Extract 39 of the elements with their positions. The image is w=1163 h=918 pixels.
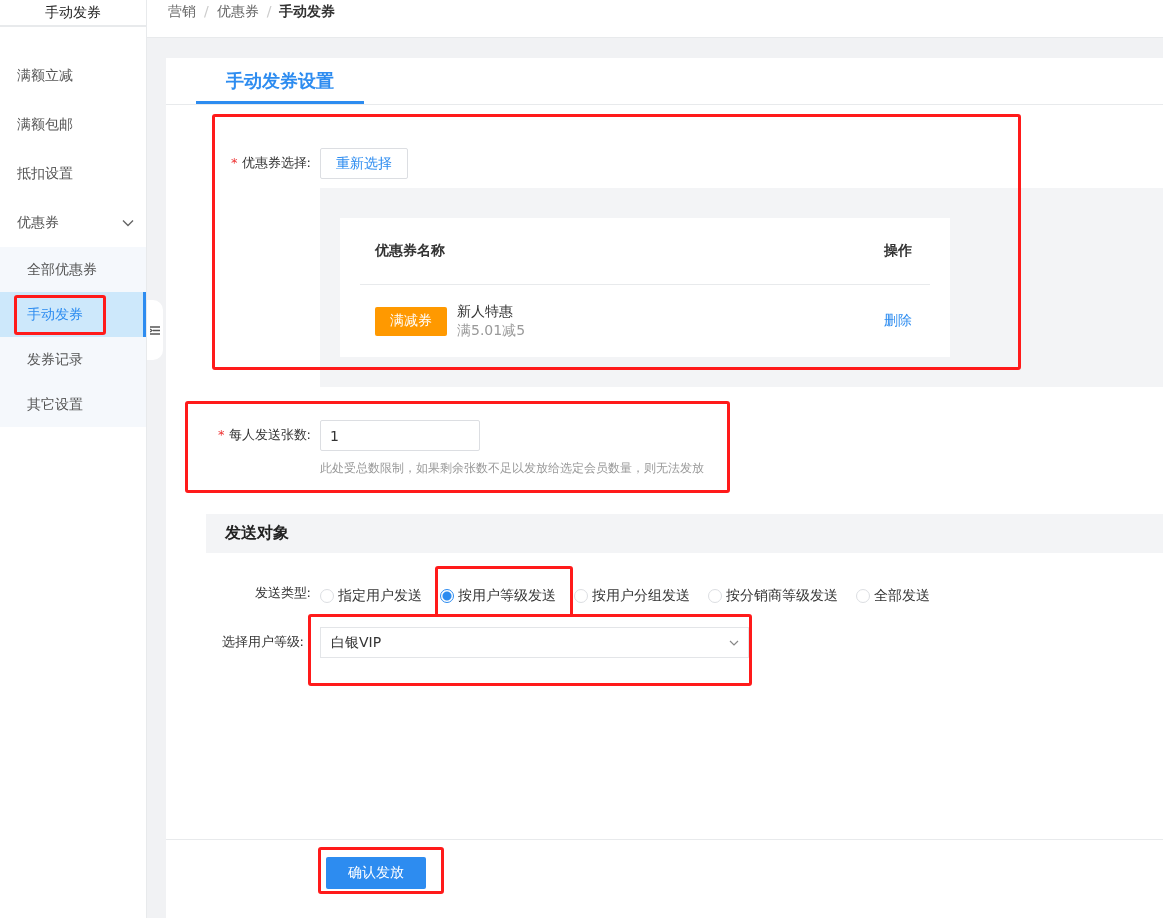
delete-link[interactable]: 删除 [884, 312, 912, 330]
sidebar-item[interactable]: 抵扣设置 [0, 149, 146, 198]
submenu-item[interactable]: 其它设置 [0, 382, 146, 427]
sidebar-item[interactable]: 满额立减 [0, 51, 146, 100]
section-title: 发送对象 [225, 523, 289, 544]
breadcrumb-item: 手动发券 [279, 3, 336, 21]
radio-button[interactable] [440, 588, 454, 603]
breadcrumb-separator: / [204, 3, 209, 19]
coupon-condition: 满5.01减5 [457, 321, 526, 340]
breadcrumb-item[interactable]: 营销 [168, 3, 196, 21]
radio-option[interactable]: 按用户分组发送 [574, 585, 690, 606]
required-mark: * [231, 155, 238, 170]
field-label: 每人发送张数: [228, 427, 311, 442]
field-label: 发送类型: [254, 585, 311, 600]
sidebar-title: 手动发券 [0, 0, 146, 27]
sidebar-item[interactable]: 优惠券 [0, 198, 146, 247]
column-header: 操作 [884, 242, 912, 260]
submenu-item[interactable]: 全部优惠券 [0, 247, 146, 292]
radio-option[interactable]: 指定用户发送 [320, 585, 422, 606]
field-label: 选择用户等级: [221, 634, 304, 649]
collapse-handle[interactable] [147, 300, 163, 360]
reselect-button[interactable]: 重新选择 [320, 148, 408, 179]
column-header: 优惠券名称 [375, 242, 445, 260]
level-select[interactable]: 白银VIP [320, 627, 749, 658]
radio-option[interactable]: 全部发送 [856, 585, 930, 606]
coupon-name: 新人特惠 [457, 302, 514, 321]
hint-text: 此处受总数限制，如果剩余张数不足以发放给选定会员数量，则无法发放 [320, 460, 705, 477]
quantity-input[interactable]: 1 [320, 420, 480, 451]
menu-fold-icon [150, 325, 160, 335]
breadcrumb-separator: / [266, 3, 272, 19]
sidebar-item[interactable]: 满额包邮 [0, 100, 146, 149]
radio-option[interactable]: 按用户等级发送 [440, 585, 556, 606]
required-mark: * [218, 427, 225, 442]
breadcrumb-item[interactable]: 优惠券 [216, 3, 259, 21]
submenu-item[interactable]: 发券记录 [0, 337, 146, 382]
radio-option[interactable]: 按分销商等级发送 [708, 585, 838, 606]
chevron-icon [729, 639, 739, 646]
coupon-tag: 满减券 [375, 306, 447, 336]
field-label: 优惠券选择: [241, 155, 311, 170]
